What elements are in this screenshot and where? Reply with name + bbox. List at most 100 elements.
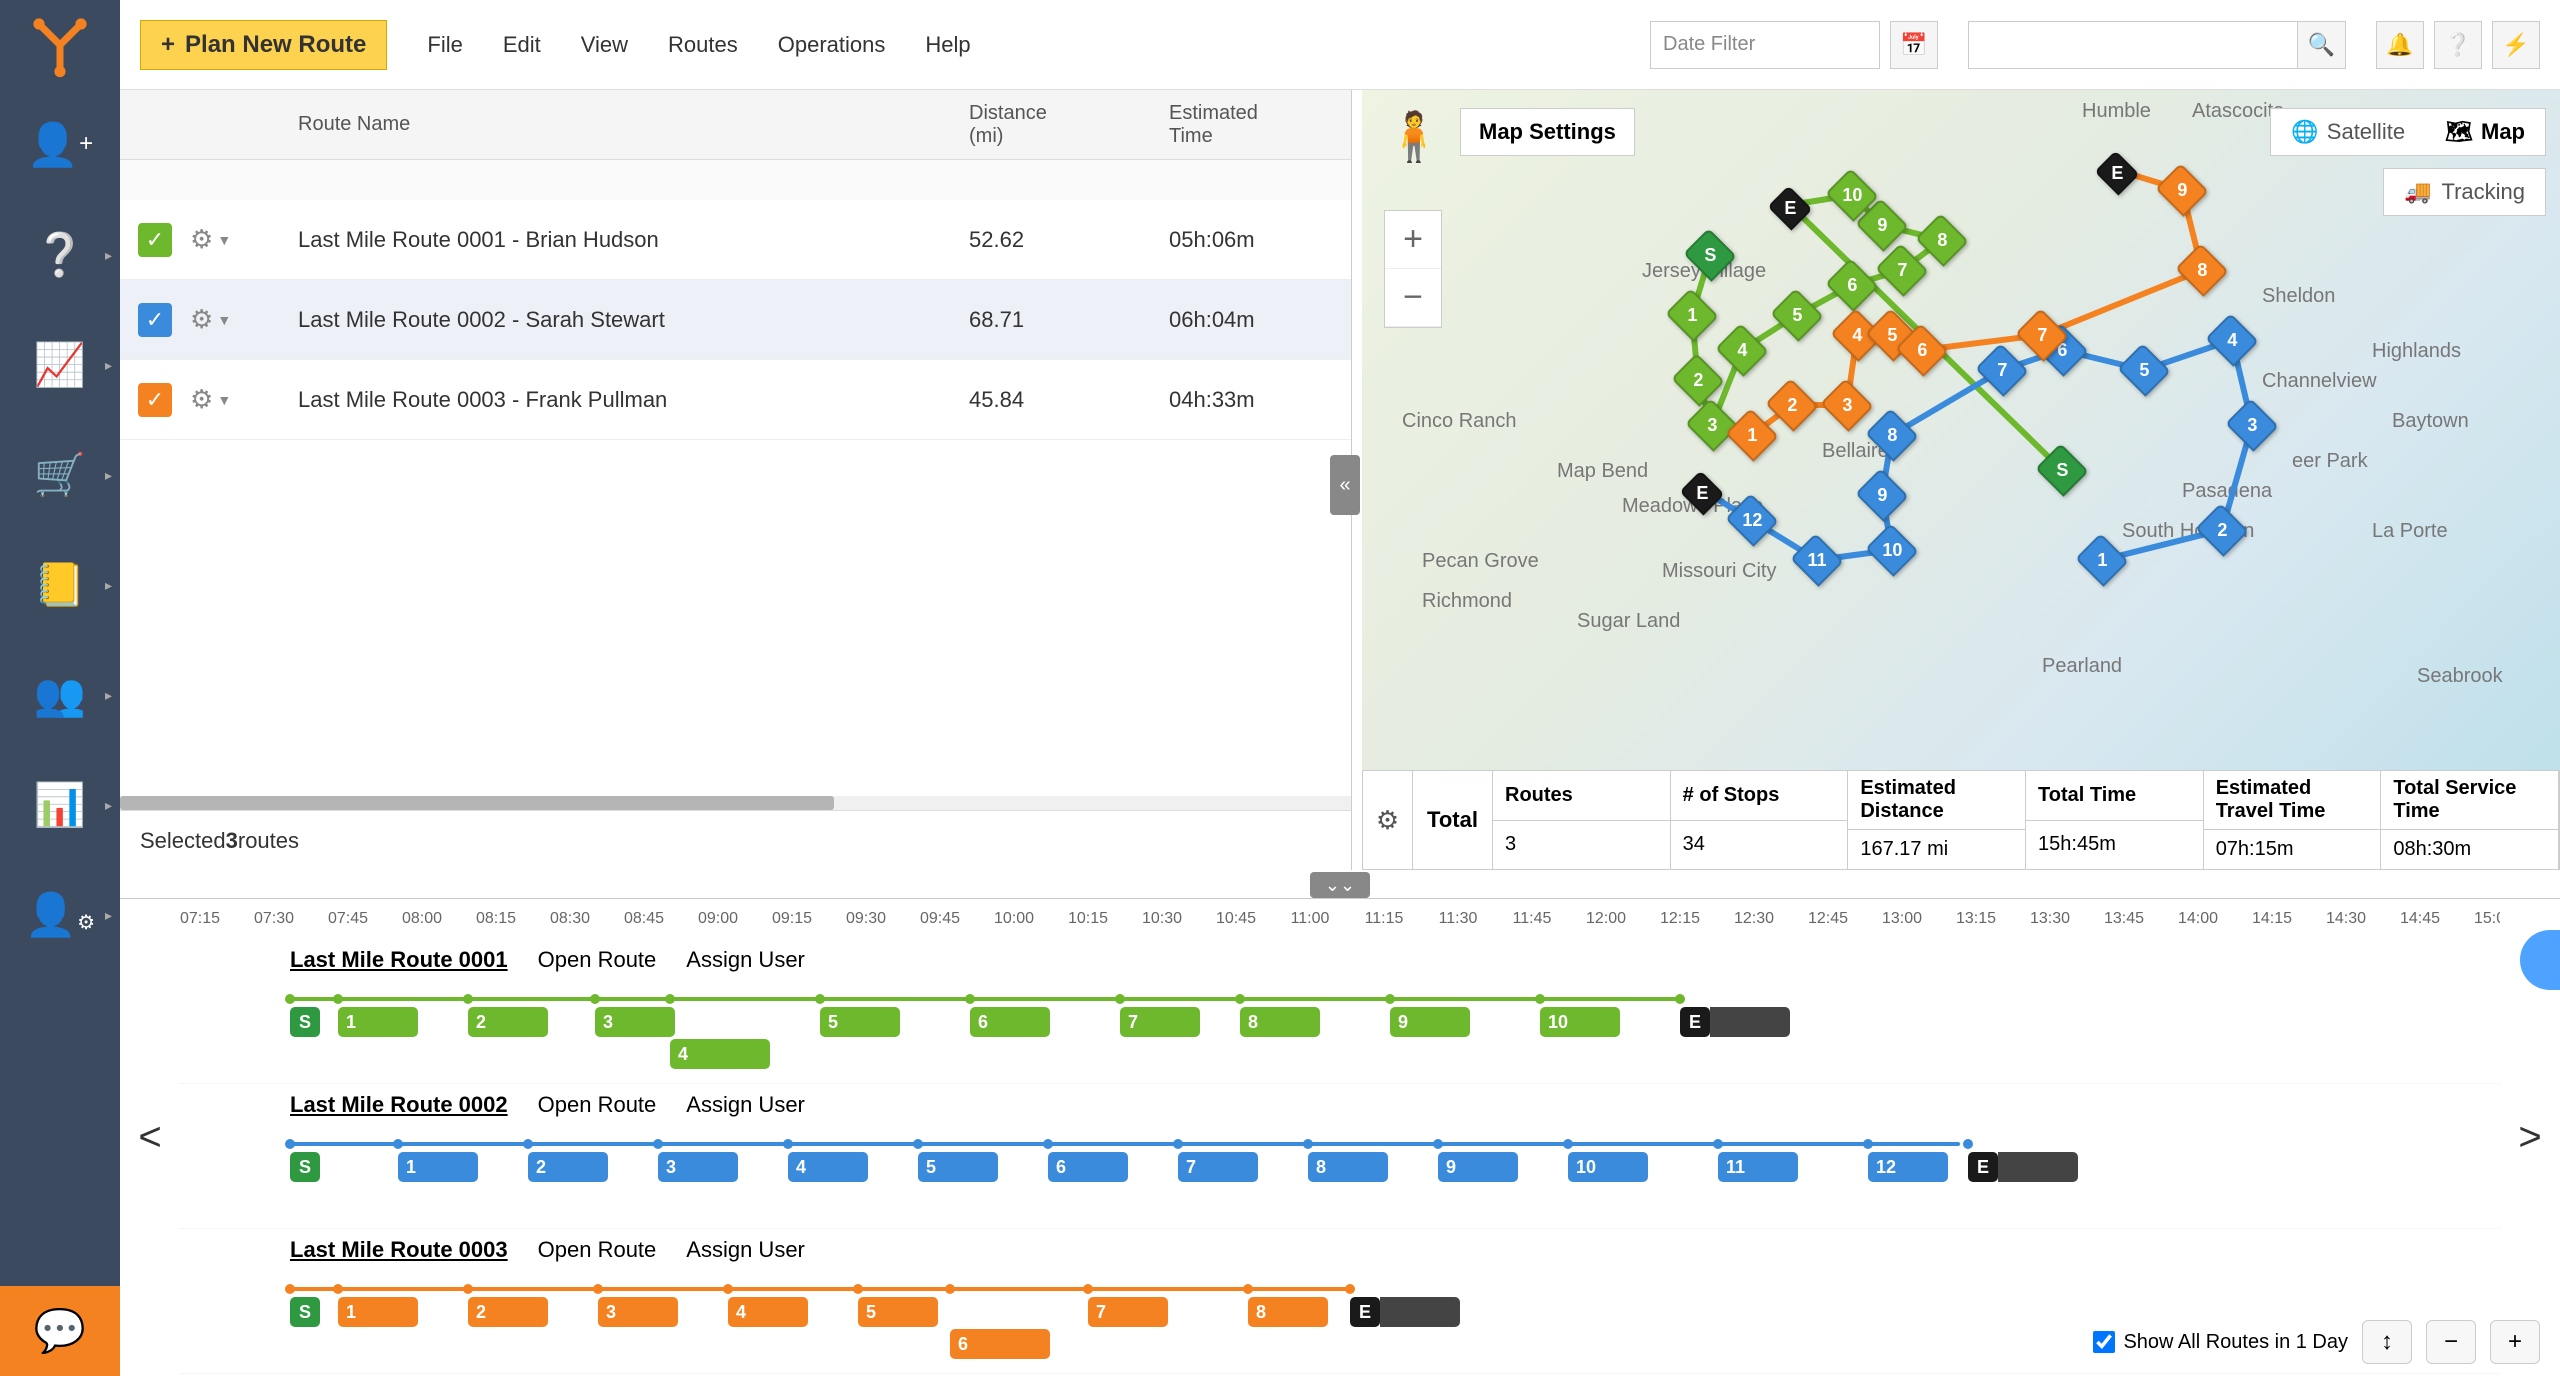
calendar-button[interactable]: 📅 xyxy=(1890,21,1938,69)
timeline-route-name[interactable]: Last Mile Route 0003 xyxy=(290,1237,508,1263)
assign-user-button[interactable]: Assign User xyxy=(686,1237,805,1263)
notifications-button[interactable]: 🔔 xyxy=(2376,21,2424,69)
route-checkbox[interactable]: ✓ xyxy=(138,383,172,417)
menu-item-help[interactable]: Help xyxy=(925,32,970,58)
timeline-route-name[interactable]: Last Mile Route 0001 xyxy=(290,947,508,973)
sidebar-item-orders[interactable]: 🛒▸ xyxy=(0,420,120,530)
power-button[interactable]: ⚡ xyxy=(2492,21,2540,69)
timeline-stop[interactable]: 6 xyxy=(970,1007,1050,1037)
chat-button[interactable]: 💬 xyxy=(0,1286,120,1376)
route-gear-button[interactable]: ⚙▼ xyxy=(190,384,280,415)
route-gear-button[interactable]: ⚙▼ xyxy=(190,304,280,335)
timeline-start-marker[interactable]: S xyxy=(290,1152,320,1182)
sidebar-item-help[interactable]: ❔▸ xyxy=(0,200,120,310)
menu-item-file[interactable]: File xyxy=(427,32,462,58)
logo[interactable] xyxy=(0,0,120,90)
timeline-start-marker[interactable]: S xyxy=(290,1007,320,1037)
route-checkbox[interactable]: ✓ xyxy=(138,303,172,337)
street-view-pegman[interactable]: 🧍 xyxy=(1384,108,1436,188)
route-row[interactable]: ✓ ⚙▼ Last Mile Route 0003 - Frank Pullma… xyxy=(120,360,1351,440)
timeline-stop[interactable]: 6 xyxy=(950,1329,1050,1359)
col-header-name[interactable]: Route Name xyxy=(280,90,951,159)
timeline-stop[interactable]: 10 xyxy=(1568,1152,1648,1182)
timeline-stop[interactable]: 2 xyxy=(468,1297,548,1327)
map-settings-button[interactable]: Map Settings xyxy=(1460,108,1635,156)
route-gear-button[interactable]: ⚙▼ xyxy=(190,224,280,255)
timeline-start-marker[interactable]: S xyxy=(290,1297,320,1327)
open-route-button[interactable]: Open Route xyxy=(538,947,657,973)
date-filter-input[interactable]: Date Filter xyxy=(1650,21,1880,69)
sidebar-item-optimize[interactable]: 📈▸ xyxy=(0,310,120,420)
timeline-stop[interactable]: 11 xyxy=(1718,1152,1798,1182)
timeline-stop[interactable]: 3 xyxy=(598,1297,678,1327)
timeline-stop[interactable]: 8 xyxy=(1240,1007,1320,1037)
timeline-zoom-out-button[interactable]: − xyxy=(2426,1320,2476,1364)
timeline-stop[interactable]: 5 xyxy=(918,1152,998,1182)
menu-item-view[interactable]: View xyxy=(581,32,628,58)
timeline-stop[interactable]: 7 xyxy=(1088,1297,1168,1327)
assign-user-button[interactable]: Assign User xyxy=(686,1092,805,1118)
timeline-stop[interactable]: 3 xyxy=(658,1152,738,1182)
timeline-stop[interactable]: 2 xyxy=(468,1007,548,1037)
search-button[interactable]: 🔍 xyxy=(2298,21,2346,69)
timeline-stop[interactable]: 8 xyxy=(1248,1297,1328,1327)
open-route-button[interactable]: Open Route xyxy=(538,1237,657,1263)
timeline-stop[interactable]: 2 xyxy=(528,1152,608,1182)
timeline-stop[interactable]: 1 xyxy=(338,1297,418,1327)
timeline-end-marker[interactable]: E xyxy=(1968,1152,1998,1182)
timeline-stop[interactable]: 7 xyxy=(1120,1007,1200,1037)
route-checkbox[interactable]: ✓ xyxy=(138,223,172,257)
menu-item-edit[interactable]: Edit xyxy=(503,32,541,58)
timeline-route-name[interactable]: Last Mile Route 0002 xyxy=(290,1092,508,1118)
timeline-stop[interactable]: 10 xyxy=(1540,1007,1620,1037)
map-panel[interactable]: HumbleAtascocitaJersey VillageSheldonHig… xyxy=(1362,90,2560,770)
zoom-in-button[interactable]: + xyxy=(1385,211,1441,269)
timeline-stop[interactable]: 1 xyxy=(338,1007,418,1037)
satellite-button[interactable]: 🌐Satellite xyxy=(2271,109,2425,155)
collapse-panel-down-button[interactable]: ⌄⌄ xyxy=(1310,872,1370,898)
sidebar-item-address-book[interactable]: 📒▸ xyxy=(0,530,120,640)
timeline-stop[interactable]: 8 xyxy=(1308,1152,1388,1182)
timeline-prev-button[interactable]: < xyxy=(120,899,180,1376)
horizontal-scrollbar[interactable] xyxy=(120,796,1351,810)
timeline-stop[interactable]: 5 xyxy=(858,1297,938,1327)
zoom-out-button[interactable]: − xyxy=(1385,269,1441,327)
timeline-stop[interactable]: 1 xyxy=(398,1152,478,1182)
timeline-end-marker[interactable]: E xyxy=(1680,1007,1710,1037)
sidebar-item-analytics[interactable]: 📊▸ xyxy=(0,750,120,860)
search-input[interactable] xyxy=(1968,21,2298,69)
col-header-time[interactable]: EstimatedTime xyxy=(1151,90,1351,159)
collapse-panel-left-button[interactable]: « xyxy=(1330,455,1360,515)
timeline-stop[interactable]: 4 xyxy=(670,1039,770,1069)
timeline-stop[interactable]: 9 xyxy=(1438,1152,1518,1182)
timeline-stop[interactable]: 12 xyxy=(1868,1152,1948,1182)
timeline-stop[interactable]: 4 xyxy=(728,1297,808,1327)
col-header-distance[interactable]: Distance(mi) xyxy=(951,90,1151,159)
timeline-stop[interactable]: 5 xyxy=(820,1007,900,1037)
sidebar-item-team[interactable]: 👥▸ xyxy=(0,640,120,750)
assign-user-button[interactable]: Assign User xyxy=(686,947,805,973)
tracking-button[interactable]: 🚚Tracking xyxy=(2383,168,2546,216)
stats-gear-button[interactable]: ⚙ xyxy=(1363,771,1413,869)
route-row[interactable]: ✓ ⚙▼ Last Mile Route 0002 - Sarah Stewar… xyxy=(120,280,1351,360)
sidebar-item-add-user[interactable]: 👤+ xyxy=(0,90,120,200)
timeline-row: Last Mile Route 0001 Open Route Assign U… xyxy=(180,939,2500,1084)
show-all-routes-checkbox[interactable]: Show All Routes in 1 Day xyxy=(2093,1331,2348,1354)
open-route-button[interactable]: Open Route xyxy=(538,1092,657,1118)
timeline-fit-button[interactable]: ↕ xyxy=(2362,1320,2412,1364)
timeline-stop[interactable]: 3 xyxy=(595,1007,675,1037)
menu-item-operations[interactable]: Operations xyxy=(778,32,886,58)
timeline-stop[interactable]: 6 xyxy=(1048,1152,1128,1182)
timeline-end-marker[interactable]: E xyxy=(1350,1297,1380,1327)
route-row[interactable]: ✓ ⚙▼ Last Mile Route 0001 - Brian Hudson… xyxy=(120,200,1351,280)
sidebar-item-user-settings[interactable]: 👤⚙▸ xyxy=(0,860,120,970)
plan-new-route-button[interactable]: +Plan New Route xyxy=(140,20,387,70)
route-name: Last Mile Route 0001 - Brian Hudson xyxy=(280,227,951,253)
timeline-stop[interactable]: 7 xyxy=(1178,1152,1258,1182)
menu-item-routes[interactable]: Routes xyxy=(668,32,738,58)
timeline-zoom-in-button[interactable]: + xyxy=(2490,1320,2540,1364)
timeline-stop[interactable]: 9 xyxy=(1390,1007,1470,1037)
help-button[interactable]: ❔ xyxy=(2434,21,2482,69)
timeline-stop[interactable]: 4 xyxy=(788,1152,868,1182)
map-button[interactable]: 🗺Map xyxy=(2425,109,2545,155)
